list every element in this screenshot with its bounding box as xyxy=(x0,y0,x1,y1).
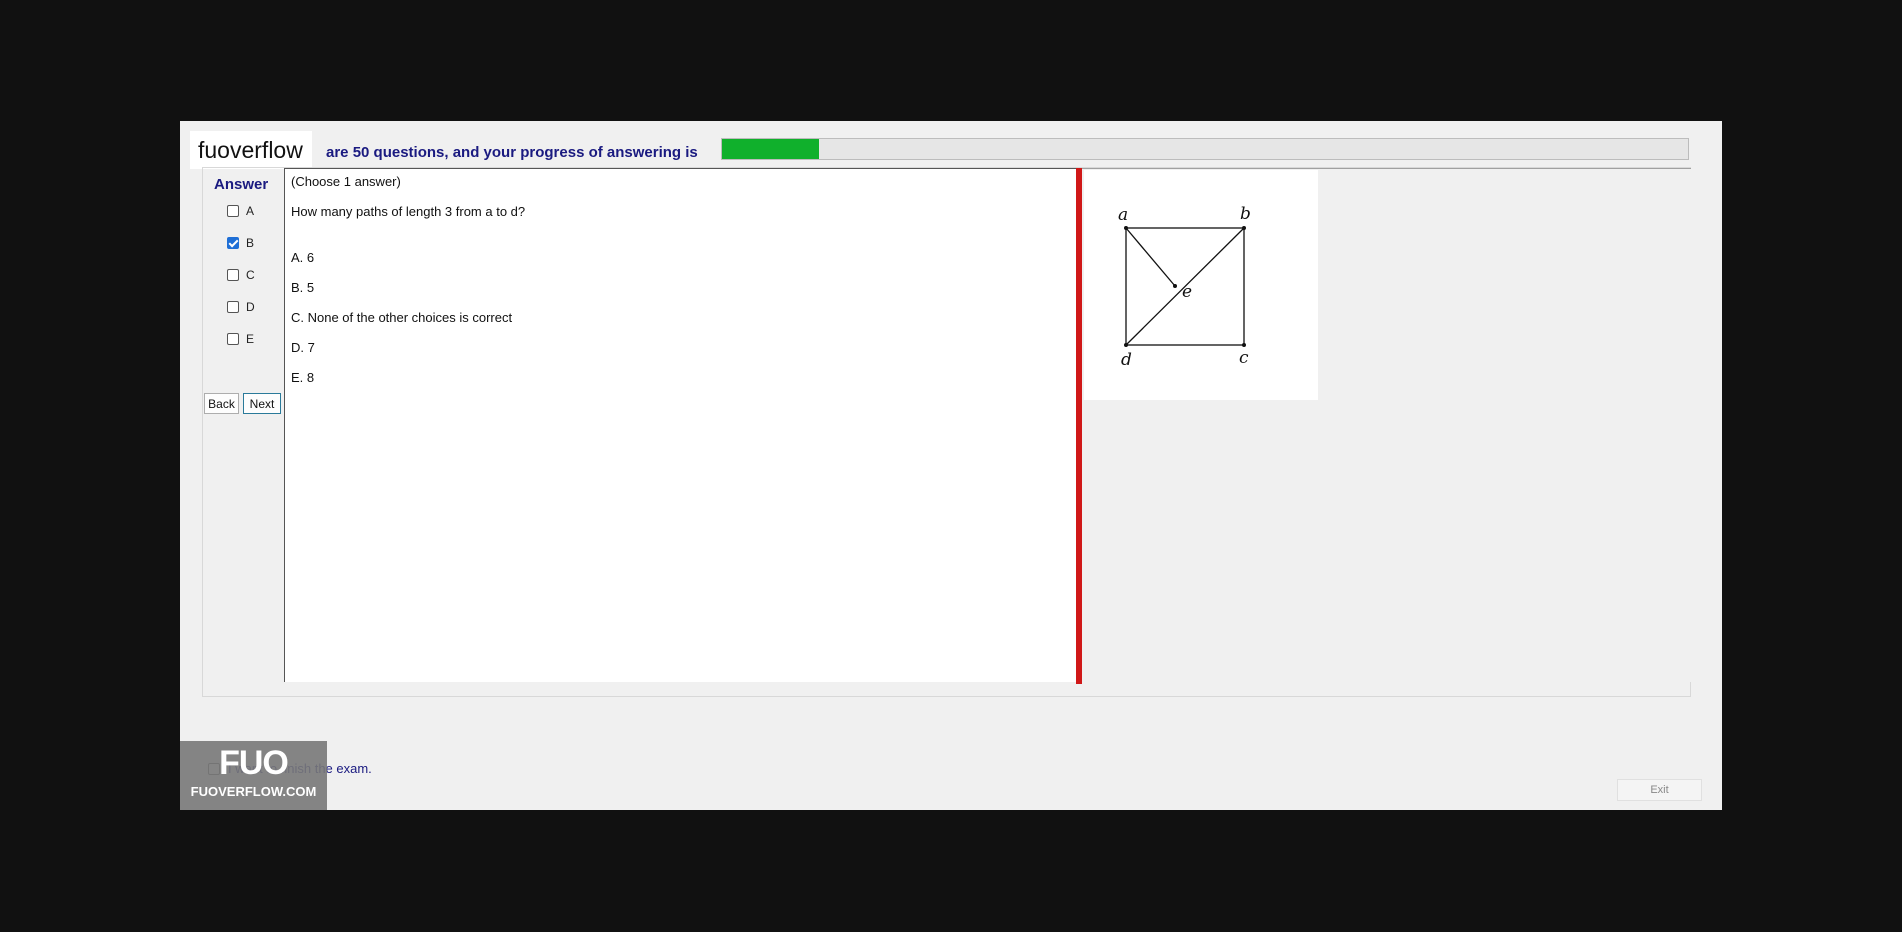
vertex-e-label: e xyxy=(1182,282,1192,302)
back-button[interactable]: Back xyxy=(204,393,239,414)
option-c-label: C xyxy=(246,268,255,282)
answer-heading: Answer xyxy=(214,176,269,193)
logo-mark: FUO xyxy=(219,744,289,782)
vertex-d-label: d xyxy=(1121,350,1132,370)
graph-svg: a b e d c xyxy=(1118,204,1251,370)
exam-window: fuoverflow are 50 questions, and your pr… xyxy=(180,121,1722,810)
option-e[interactable]: E xyxy=(227,332,254,346)
vertex-c-dot xyxy=(1242,343,1246,347)
choice-e: E. 8 xyxy=(291,370,315,385)
vertex-a-label: a xyxy=(1118,205,1128,225)
option-b-label: B xyxy=(246,236,255,250)
vertex-b-dot xyxy=(1242,226,1246,230)
option-c[interactable]: C xyxy=(227,268,255,282)
exit-button[interactable]: Exit xyxy=(1617,779,1702,801)
brand-label: fuoverflow xyxy=(190,131,312,169)
question-panel: (Choose 1 answer) How many paths of leng… xyxy=(284,168,1079,682)
question-instruction: (Choose 1 answer) xyxy=(291,174,401,189)
option-d[interactable]: D xyxy=(227,300,255,314)
vertex-a-dot xyxy=(1124,226,1128,230)
option-b[interactable]: B xyxy=(227,236,254,250)
progress-bar xyxy=(721,138,1689,160)
vertex-d-dot xyxy=(1124,343,1128,347)
vertex-c-label: c xyxy=(1239,348,1249,368)
vertex-e-dot xyxy=(1173,284,1177,288)
question-text: How many paths of length 3 from a to d? xyxy=(291,204,526,219)
option-a[interactable]: A xyxy=(227,204,254,218)
progress-text: are 50 questions, and your progress of a… xyxy=(326,144,698,161)
option-d-checkbox[interactable] xyxy=(227,301,239,313)
next-button[interactable]: Next xyxy=(243,393,281,414)
choice-a: A. 6 xyxy=(291,250,315,265)
vertex-b-label: b xyxy=(1240,204,1251,224)
option-e-checkbox[interactable] xyxy=(227,333,239,345)
choice-b: B. 5 xyxy=(291,280,315,295)
logo-subtitle: FUOVERFLOW.COM xyxy=(190,784,317,799)
choice-d: D. 7 xyxy=(291,340,315,355)
option-d-label: D xyxy=(246,300,255,314)
watermark-logo: FUO FUOVERFLOW.COM xyxy=(180,741,327,810)
graph-diagram: a b e d c xyxy=(1084,170,1318,400)
option-b-checkbox[interactable] xyxy=(227,237,239,249)
option-c-checkbox[interactable] xyxy=(227,269,239,281)
option-e-label: E xyxy=(246,332,255,346)
edge-a-e xyxy=(1125,227,1176,287)
option-a-label: A xyxy=(246,204,255,218)
progress-bar-fill xyxy=(722,139,819,159)
choice-c: C. None of the other choices is correct xyxy=(291,310,513,325)
option-a-checkbox[interactable] xyxy=(227,205,239,217)
